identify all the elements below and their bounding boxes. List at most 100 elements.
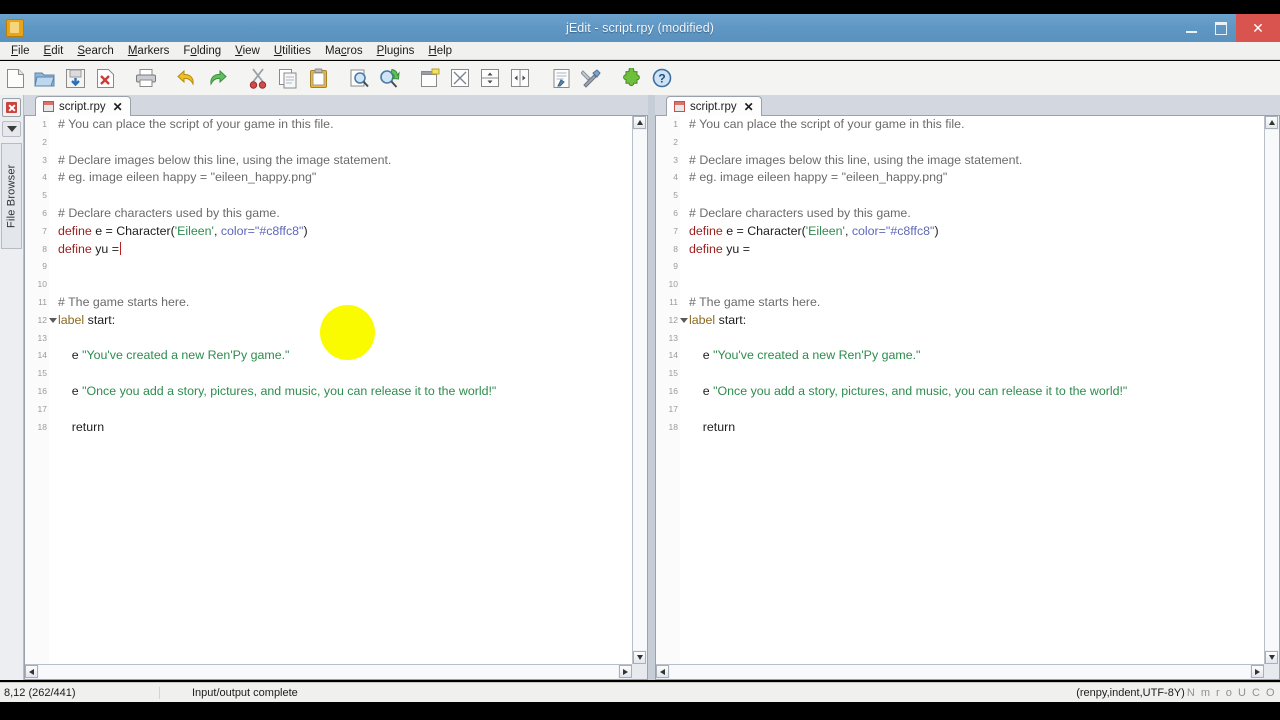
scroll-down-button[interactable]	[1265, 651, 1278, 664]
status-flags[interactable]: N m r o U C O	[1187, 687, 1280, 699]
plugin-manager-icon[interactable]	[618, 64, 646, 92]
scroll-left-button[interactable]	[656, 665, 669, 678]
horizontal-scrollbar-left[interactable]	[25, 664, 632, 679]
fold-column-right[interactable]	[680, 116, 688, 679]
unsplit-icon[interactable]	[446, 64, 474, 92]
close-button[interactable]: ✕	[1236, 14, 1280, 42]
tab-script-rpy-left[interactable]: script.rpy ✕	[35, 96, 131, 116]
menu-folding[interactable]: Folding	[176, 44, 228, 58]
buffer-options-icon[interactable]	[547, 64, 575, 92]
tab-close-icon[interactable]: ✕	[744, 101, 754, 113]
tab-script-rpy-right[interactable]: script.rpy ✕	[666, 96, 762, 116]
code-token: label	[689, 312, 716, 327]
new-view-icon[interactable]	[416, 64, 444, 92]
find-icon[interactable]	[345, 64, 373, 92]
scroll-right-button[interactable]	[1251, 665, 1264, 678]
fold-slot	[680, 152, 688, 170]
line-number: 1	[673, 119, 678, 129]
hscroll-track[interactable]	[39, 665, 618, 679]
dock-close-icon[interactable]	[2, 98, 21, 117]
editor-area-right[interactable]: 1 2 3 4 5 6 7 8 9 10 11 12 13 14 15 16 17 18 # You can pl…	[655, 116, 1280, 680]
fold-triangle-icon[interactable]	[680, 312, 688, 330]
menu-search[interactable]: Search	[70, 44, 120, 58]
cut-icon[interactable]	[244, 64, 272, 92]
code-token: # The game starts here.	[689, 294, 821, 309]
menu-plugins[interactable]: Plugins	[370, 44, 422, 58]
code-line: define e = Character('Eileen', color="#c…	[58, 223, 647, 241]
new-file-icon[interactable]	[1, 64, 29, 92]
line-number-gutter-right: 1 2 3 4 5 6 7 8 9 10 11 12 13 14 15 16 17 18	[656, 116, 681, 679]
scroll-up-button[interactable]	[1265, 116, 1278, 129]
file-icon	[674, 101, 685, 112]
tab-close-icon[interactable]: ✕	[113, 101, 123, 113]
code-text-right[interactable]: # You can place the script of your game …	[689, 116, 1279, 679]
code-token: define	[689, 223, 723, 238]
vertical-scrollbar-right[interactable]	[1264, 116, 1279, 664]
code-line: e "Once you add a story, pictures, and m…	[58, 383, 647, 401]
vscroll-track[interactable]	[633, 130, 647, 650]
code-text-left[interactable]: # You can place the script of your game …	[58, 116, 647, 679]
tab-label: script.rpy	[690, 100, 737, 113]
fold-triangle-icon[interactable]	[49, 312, 57, 330]
toolbar-separator	[120, 64, 131, 92]
vscroll-track[interactable]	[1265, 130, 1279, 650]
fold-slot	[680, 169, 688, 187]
text-caret	[119, 241, 122, 255]
line-number: 6	[42, 207, 47, 218]
maximize-button[interactable]	[1206, 14, 1236, 42]
sidebar-item-file-browser[interactable]: File Browser	[1, 143, 22, 249]
copy-icon[interactable]	[274, 64, 302, 92]
hscroll-track[interactable]	[670, 665, 1250, 679]
help-icon[interactable]: ?	[648, 64, 676, 92]
split-horizontal-icon[interactable]	[476, 64, 504, 92]
close-file-icon[interactable]	[91, 64, 119, 92]
buffer-mode-status[interactable]: (renpy,indent,UTF-8Y)	[1076, 687, 1187, 699]
scroll-down-button[interactable]	[633, 651, 646, 664]
scroll-right-button[interactable]	[619, 665, 632, 678]
fold-column-left[interactable]	[49, 116, 57, 679]
menu-file[interactable]: File	[4, 44, 37, 58]
menu-view[interactable]: View	[228, 44, 267, 58]
print-icon[interactable]	[132, 64, 160, 92]
save-icon[interactable]	[61, 64, 89, 92]
line-number: 9	[42, 261, 47, 272]
pane-splitter[interactable]	[648, 95, 655, 680]
code-token: e	[689, 348, 714, 363]
line-number: 12	[37, 314, 47, 325]
line-number: 13	[668, 332, 678, 343]
split-vertical-icon[interactable]	[506, 64, 534, 92]
file-icon	[43, 101, 54, 112]
click-indicator	[320, 305, 375, 360]
line-number: 3	[42, 154, 47, 165]
editor-area-left[interactable]: 1 2 3 4 5 6 7 8 9 10 11 12 13 14 15 16 17 18 # You can pl…	[24, 116, 648, 680]
scroll-left-button[interactable]	[25, 665, 38, 678]
code-token: )	[934, 223, 939, 238]
menu-markers[interactable]: Markers	[121, 44, 177, 58]
code-line: return	[689, 419, 1279, 437]
vertical-scrollbar-left[interactable]	[632, 116, 647, 664]
undo-icon[interactable]	[173, 64, 201, 92]
open-file-icon[interactable]	[31, 64, 59, 92]
paste-icon[interactable]	[304, 64, 332, 92]
line-number: 5	[42, 190, 47, 201]
menu-help[interactable]: Help	[421, 44, 459, 58]
editor-pane-right: script.rpy ✕ 1 2 3 4 5 6 7 8 9 10 11 12 13 14 15 16 17 18…	[655, 95, 1280, 680]
fold-slot	[680, 294, 688, 312]
scroll-up-button[interactable]	[633, 116, 646, 129]
find-next-icon[interactable]	[375, 64, 403, 92]
chevron-down-icon[interactable]	[2, 121, 21, 137]
menu-utilities[interactable]: Utilities	[267, 44, 318, 58]
menu-macros[interactable]: Macros	[318, 44, 370, 58]
line-number: 12	[668, 314, 678, 325]
global-options-icon[interactable]	[577, 64, 605, 92]
minimize-button[interactable]	[1176, 14, 1206, 42]
redo-icon[interactable]	[203, 64, 231, 92]
menu-edit[interactable]: Edit	[37, 44, 71, 58]
line-number: 14	[37, 350, 47, 361]
fold-slot	[49, 401, 57, 419]
horizontal-scrollbar-right[interactable]	[656, 664, 1264, 679]
fold-slot	[680, 330, 688, 348]
